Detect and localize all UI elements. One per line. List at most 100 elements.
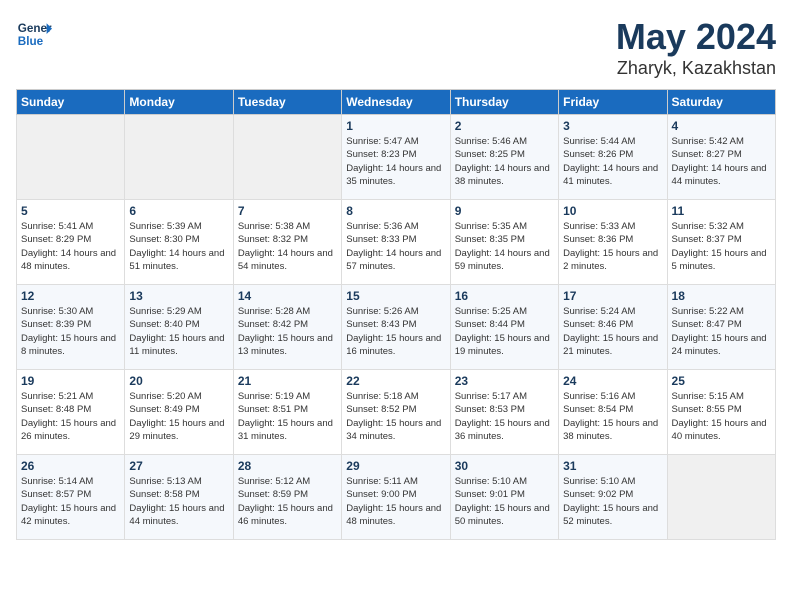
day-cell: 14 Sunrise: 5:28 AM Sunset: 8:42 PM Dayl… — [233, 285, 341, 370]
day-cell: 1 Sunrise: 5:47 AM Sunset: 8:23 PM Dayli… — [342, 115, 450, 200]
day-cell: 17 Sunrise: 5:24 AM Sunset: 8:46 PM Dayl… — [559, 285, 667, 370]
day-daylight: Daylight: 15 hours and 50 minutes. — [455, 502, 554, 529]
day-number: 21 — [238, 374, 337, 388]
day-cell: 5 Sunrise: 5:41 AM Sunset: 8:29 PM Dayli… — [17, 200, 125, 285]
day-number: 14 — [238, 289, 337, 303]
day-cell: 26 Sunrise: 5:14 AM Sunset: 8:57 PM Dayl… — [17, 455, 125, 540]
calendar-title: May 2024 — [616, 16, 776, 58]
day-cell: 11 Sunrise: 5:32 AM Sunset: 8:37 PM Dayl… — [667, 200, 775, 285]
day-sunrise: Sunrise: 5:22 AM — [672, 305, 771, 318]
day-sunrise: Sunrise: 5:30 AM — [21, 305, 120, 318]
day-daylight: Daylight: 15 hours and 46 minutes. — [238, 502, 337, 529]
day-sunrise: Sunrise: 5:47 AM — [346, 135, 445, 148]
day-sunrise: Sunrise: 5:11 AM — [346, 475, 445, 488]
day-cell: 27 Sunrise: 5:13 AM Sunset: 8:58 PM Dayl… — [125, 455, 233, 540]
day-number: 15 — [346, 289, 445, 303]
day-daylight: Daylight: 15 hours and 42 minutes. — [21, 502, 120, 529]
day-sunset: Sunset: 8:59 PM — [238, 488, 337, 501]
day-sunset: Sunset: 8:54 PM — [563, 403, 662, 416]
calendar-table: Sunday Monday Tuesday Wednesday Thursday… — [16, 89, 776, 540]
day-daylight: Daylight: 15 hours and 21 minutes. — [563, 332, 662, 359]
day-cell: 21 Sunrise: 5:19 AM Sunset: 8:51 PM Dayl… — [233, 370, 341, 455]
day-sunset: Sunset: 8:35 PM — [455, 233, 554, 246]
day-daylight: Daylight: 14 hours and 44 minutes. — [672, 162, 771, 189]
day-sunrise: Sunrise: 5:21 AM — [21, 390, 120, 403]
day-daylight: Daylight: 14 hours and 57 minutes. — [346, 247, 445, 274]
day-daylight: Daylight: 15 hours and 29 minutes. — [129, 417, 228, 444]
header-friday: Friday — [559, 90, 667, 115]
header-thursday: Thursday — [450, 90, 558, 115]
day-sunrise: Sunrise: 5:18 AM — [346, 390, 445, 403]
day-number: 30 — [455, 459, 554, 473]
day-number: 28 — [238, 459, 337, 473]
day-sunset: Sunset: 9:00 PM — [346, 488, 445, 501]
day-daylight: Daylight: 15 hours and 24 minutes. — [672, 332, 771, 359]
day-daylight: Daylight: 15 hours and 13 minutes. — [238, 332, 337, 359]
title-block: May 2024 Zharyk, Kazakhstan — [616, 16, 776, 79]
day-number: 6 — [129, 204, 228, 218]
day-sunset: Sunset: 8:33 PM — [346, 233, 445, 246]
day-sunset: Sunset: 8:47 PM — [672, 318, 771, 331]
day-sunrise: Sunrise: 5:35 AM — [455, 220, 554, 233]
day-cell: 30 Sunrise: 5:10 AM Sunset: 9:01 PM Dayl… — [450, 455, 558, 540]
day-daylight: Daylight: 15 hours and 8 minutes. — [21, 332, 120, 359]
day-sunset: Sunset: 8:58 PM — [129, 488, 228, 501]
day-sunset: Sunset: 8:23 PM — [346, 148, 445, 161]
day-daylight: Daylight: 15 hours and 44 minutes. — [129, 502, 228, 529]
day-number: 9 — [455, 204, 554, 218]
day-sunrise: Sunrise: 5:25 AM — [455, 305, 554, 318]
day-sunrise: Sunrise: 5:24 AM — [563, 305, 662, 318]
day-sunrise: Sunrise: 5:20 AM — [129, 390, 228, 403]
day-sunset: Sunset: 8:29 PM — [21, 233, 120, 246]
day-cell: 9 Sunrise: 5:35 AM Sunset: 8:35 PM Dayli… — [450, 200, 558, 285]
day-number: 17 — [563, 289, 662, 303]
day-number: 26 — [21, 459, 120, 473]
day-sunset: Sunset: 8:52 PM — [346, 403, 445, 416]
day-sunset: Sunset: 8:43 PM — [346, 318, 445, 331]
day-number: 4 — [672, 119, 771, 133]
day-daylight: Daylight: 14 hours and 51 minutes. — [129, 247, 228, 274]
day-number: 1 — [346, 119, 445, 133]
day-sunrise: Sunrise: 5:19 AM — [238, 390, 337, 403]
day-sunset: Sunset: 8:44 PM — [455, 318, 554, 331]
day-number: 13 — [129, 289, 228, 303]
day-sunset: Sunset: 8:55 PM — [672, 403, 771, 416]
calendar-header: Sunday Monday Tuesday Wednesday Thursday… — [17, 90, 776, 115]
calendar-subtitle: Zharyk, Kazakhstan — [616, 58, 776, 79]
day-cell: 10 Sunrise: 5:33 AM Sunset: 8:36 PM Dayl… — [559, 200, 667, 285]
day-daylight: Daylight: 14 hours and 54 minutes. — [238, 247, 337, 274]
day-sunrise: Sunrise: 5:14 AM — [21, 475, 120, 488]
day-sunrise: Sunrise: 5:17 AM — [455, 390, 554, 403]
day-cell: 15 Sunrise: 5:26 AM Sunset: 8:43 PM Dayl… — [342, 285, 450, 370]
day-daylight: Daylight: 15 hours and 19 minutes. — [455, 332, 554, 359]
day-daylight: Daylight: 15 hours and 36 minutes. — [455, 417, 554, 444]
day-daylight: Daylight: 15 hours and 52 minutes. — [563, 502, 662, 529]
day-daylight: Daylight: 15 hours and 26 minutes. — [21, 417, 120, 444]
day-sunset: Sunset: 8:49 PM — [129, 403, 228, 416]
day-cell: 31 Sunrise: 5:10 AM Sunset: 9:02 PM Dayl… — [559, 455, 667, 540]
day-number: 7 — [238, 204, 337, 218]
day-daylight: Daylight: 15 hours and 48 minutes. — [346, 502, 445, 529]
day-daylight: Daylight: 15 hours and 31 minutes. — [238, 417, 337, 444]
week-row-4: 19 Sunrise: 5:21 AM Sunset: 8:48 PM Dayl… — [17, 370, 776, 455]
day-cell: 13 Sunrise: 5:29 AM Sunset: 8:40 PM Dayl… — [125, 285, 233, 370]
day-cell: 29 Sunrise: 5:11 AM Sunset: 9:00 PM Dayl… — [342, 455, 450, 540]
day-daylight: Daylight: 15 hours and 40 minutes. — [672, 417, 771, 444]
day-cell: 2 Sunrise: 5:46 AM Sunset: 8:25 PM Dayli… — [450, 115, 558, 200]
day-number: 25 — [672, 374, 771, 388]
logo-icon: General Blue — [16, 16, 52, 52]
day-daylight: Daylight: 15 hours and 38 minutes. — [563, 417, 662, 444]
day-cell — [17, 115, 125, 200]
day-sunrise: Sunrise: 5:28 AM — [238, 305, 337, 318]
day-cell: 18 Sunrise: 5:22 AM Sunset: 8:47 PM Dayl… — [667, 285, 775, 370]
day-cell: 4 Sunrise: 5:42 AM Sunset: 8:27 PM Dayli… — [667, 115, 775, 200]
day-sunset: Sunset: 8:46 PM — [563, 318, 662, 331]
day-number: 16 — [455, 289, 554, 303]
day-sunset: Sunset: 8:32 PM — [238, 233, 337, 246]
day-sunset: Sunset: 8:26 PM — [563, 148, 662, 161]
day-cell: 19 Sunrise: 5:21 AM Sunset: 8:48 PM Dayl… — [17, 370, 125, 455]
day-cell: 6 Sunrise: 5:39 AM Sunset: 8:30 PM Dayli… — [125, 200, 233, 285]
day-cell — [125, 115, 233, 200]
day-number: 18 — [672, 289, 771, 303]
day-sunrise: Sunrise: 5:10 AM — [563, 475, 662, 488]
